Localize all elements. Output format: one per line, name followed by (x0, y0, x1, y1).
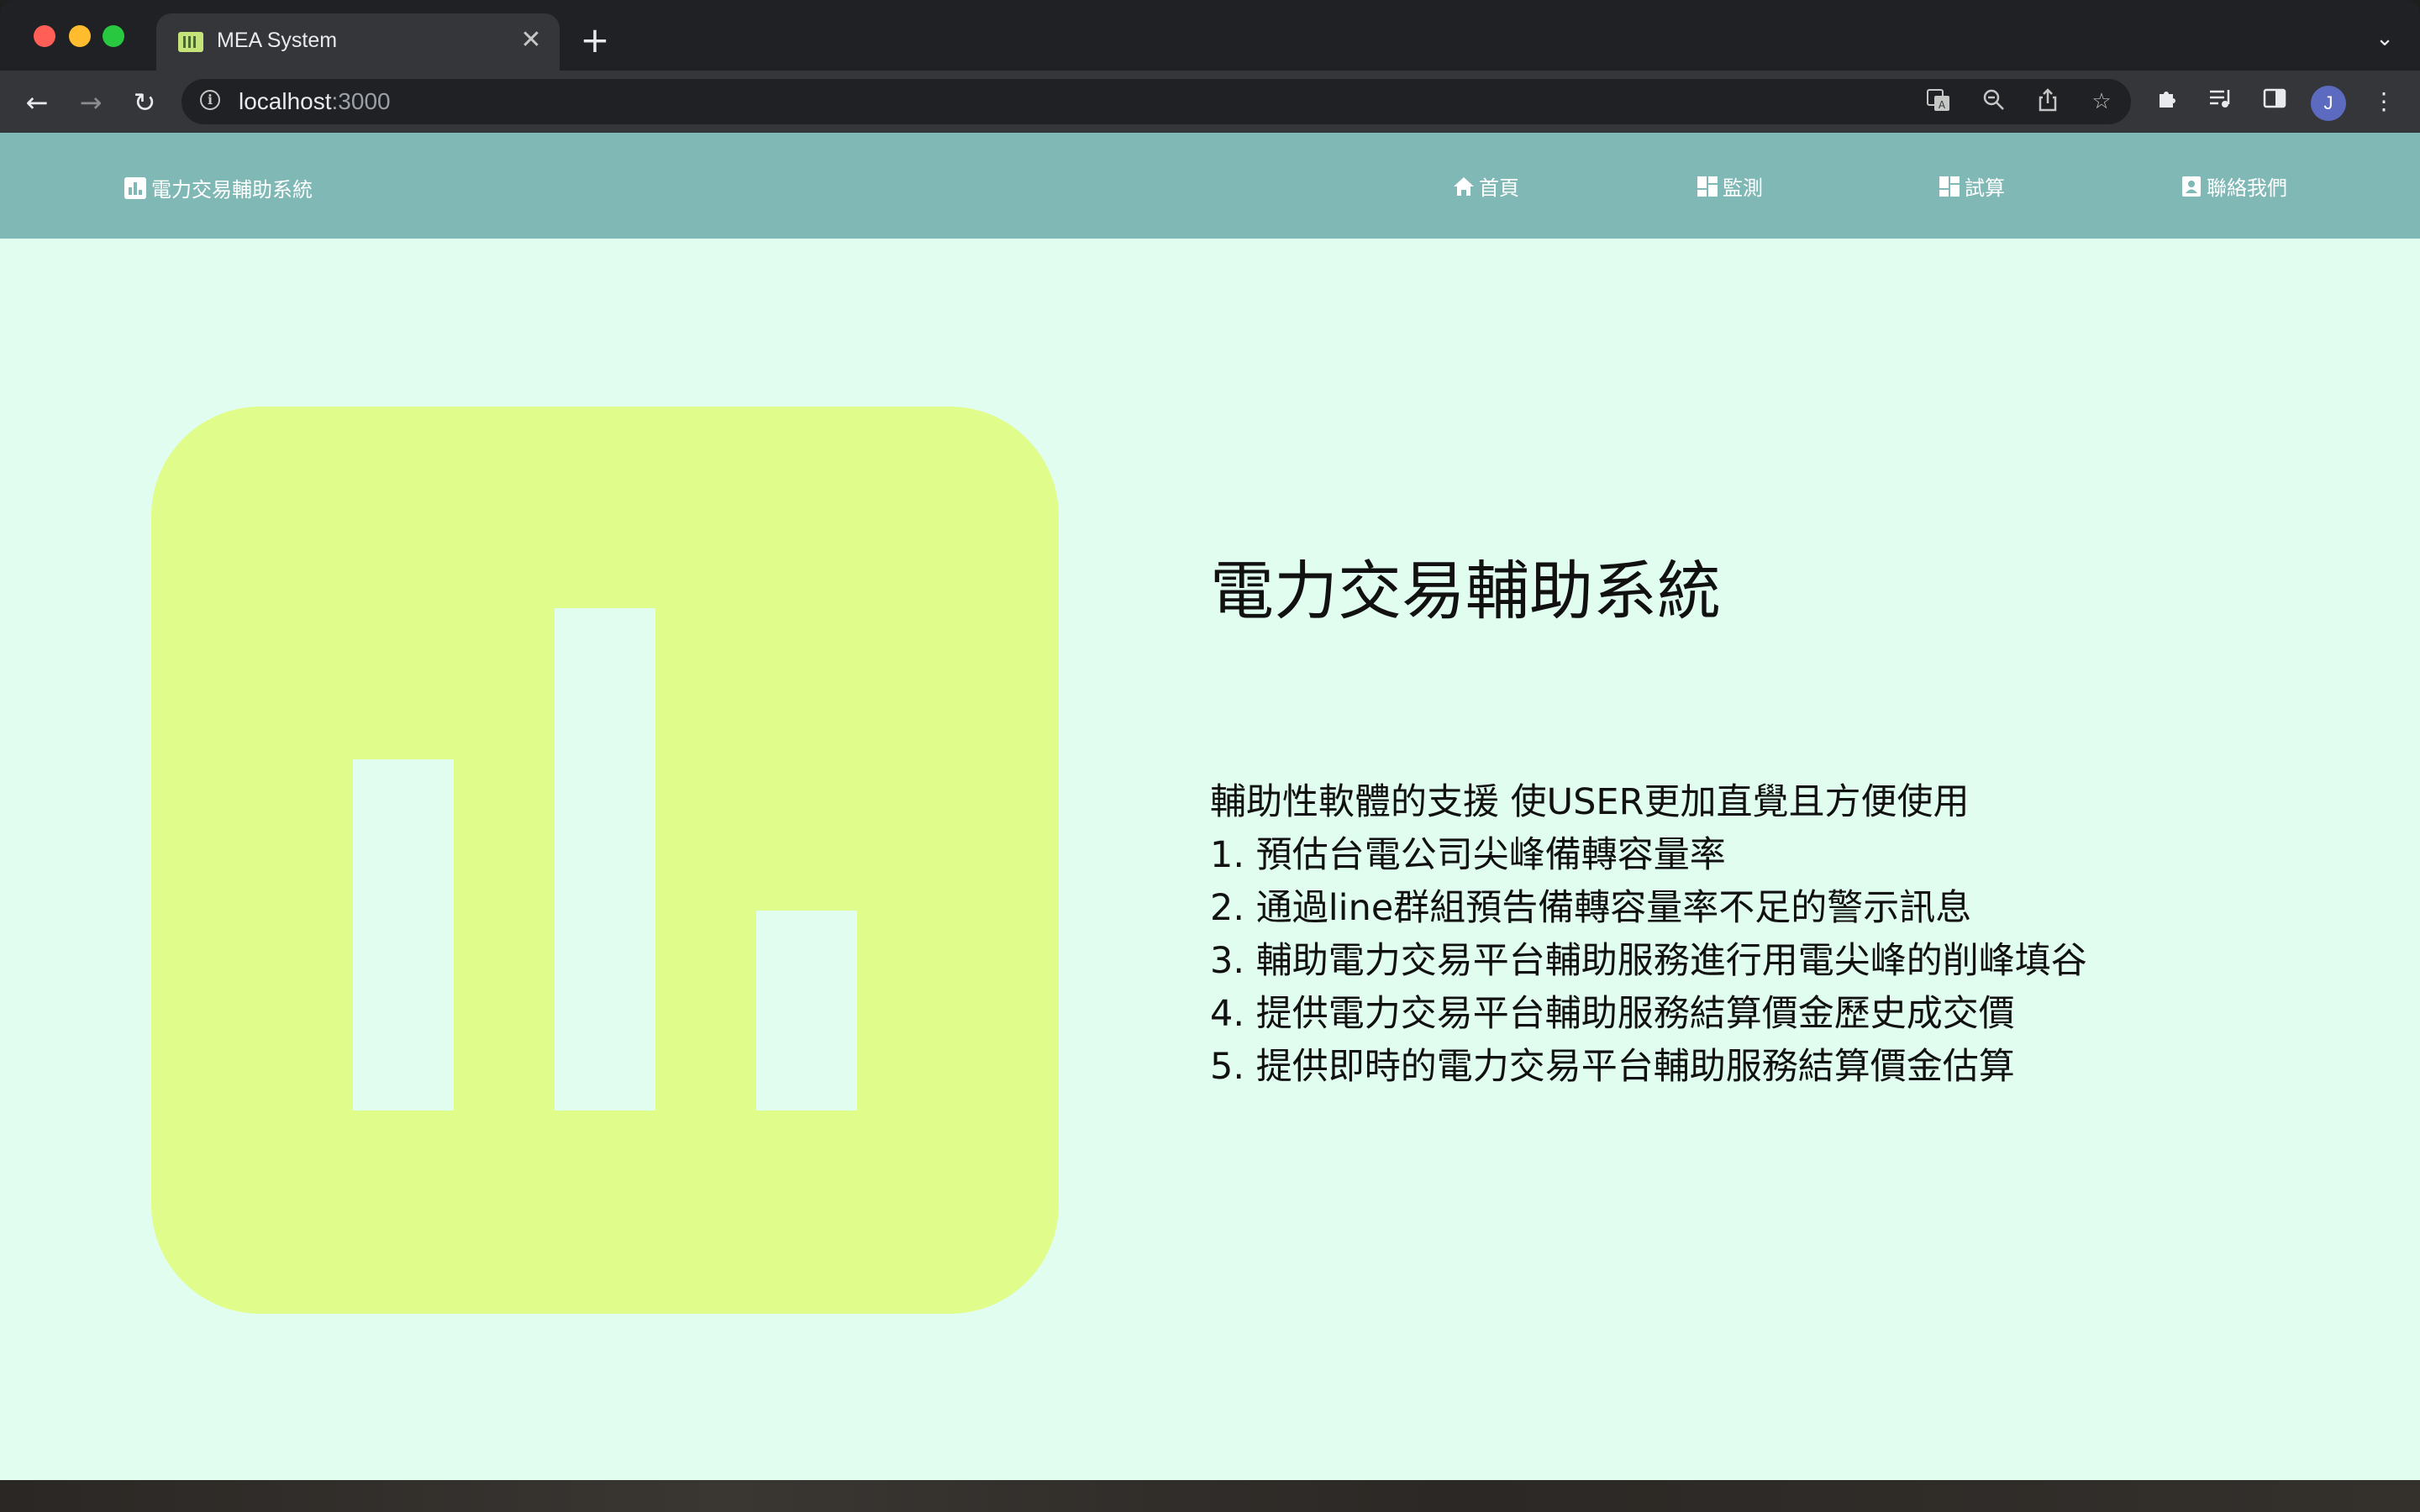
brand-link[interactable]: 電力交易輔助系統 (124, 173, 313, 202)
zoom-out-icon[interactable] (1980, 87, 2008, 116)
browser-toolbar: ← → ↻ i localhost:3000 A ☆ J ⋮ (0, 71, 2420, 133)
address-bar[interactable]: i localhost:3000 A ☆ (182, 79, 2131, 124)
brand-label: 電力交易輔助系統 (151, 178, 313, 202)
zoom-window-button[interactable] (103, 25, 124, 47)
feature-intro: 輔助性軟體的支援 使USER更加直覺且方便使用 (1210, 781, 1970, 823)
url-host: localhost (239, 88, 332, 114)
feature-item: 5. 提供即時的電力交易平台輔助服務結算價金估算 (1210, 1046, 2015, 1088)
nav-home[interactable]: 首頁 (1452, 171, 1519, 201)
dashboard-icon (1938, 175, 1961, 198)
nav-calculate-label: 試算 (1965, 176, 2005, 200)
dashboard-icon (1696, 175, 1719, 198)
nav-monitor-label: 監測 (1723, 176, 1763, 200)
page-content: 電力交易輔助系統 首頁 監測 試算 聯絡我們 電力交易輔助系統 輔助性軟體的支援… (0, 133, 2420, 1480)
tab-strip: MEA System ✕ + ⌄ (0, 0, 2420, 71)
browser-window: MEA System ✕ + ⌄ ← → ↻ i localhost:3000 … (0, 0, 2420, 1480)
chevron-down-icon[interactable]: ⌄ (2370, 24, 2400, 54)
nav-monitor[interactable]: 監測 (1696, 171, 1763, 201)
home-icon (1452, 175, 1476, 198)
feature-item: 2. 通過line群組預告備轉容量率不足的警示訊息 (1210, 887, 1972, 929)
share-icon[interactable] (2033, 87, 2062, 116)
tab-title: MEA System (217, 29, 338, 52)
feature-item: 4. 提供電力交易平台輔助服務結算價金歷史成交價 (1210, 993, 2015, 1035)
desktop-background (0, 1480, 2420, 1512)
tab-mea-system[interactable]: MEA System ✕ (156, 13, 560, 71)
star-icon[interactable]: ☆ (2087, 87, 2116, 116)
media-queue-icon[interactable] (2205, 86, 2237, 118)
kebab-menu-icon[interactable]: ⋮ (2368, 86, 2400, 118)
back-arrow-icon[interactable]: ← (20, 86, 54, 119)
nav-calculate[interactable]: 試算 (1938, 171, 2005, 201)
side-panel-icon[interactable] (2259, 86, 2291, 118)
close-icon[interactable]: ✕ (516, 25, 546, 55)
new-tab-icon[interactable]: + (578, 23, 612, 58)
favicon-icon (178, 32, 203, 52)
feature-item: 3. 輔助電力交易平台輔助服務進行用電尖峰的削峰填谷 (1210, 940, 2087, 982)
url-text[interactable]: localhost:3000 (239, 88, 391, 115)
profile-avatar[interactable]: J (2311, 86, 2346, 121)
feature-list: 輔助性軟體的支援 使USER更加直覺且方便使用 1. 預估台電公司尖峰備轉容量率… (1210, 776, 2087, 1094)
translate-icon[interactable]: A (1924, 87, 1953, 116)
reload-icon[interactable]: ↻ (128, 86, 161, 119)
illustration-bar-1 (353, 759, 454, 1110)
nav-contact-label: 聯絡我們 (2207, 176, 2287, 200)
forward-arrow-icon[interactable]: → (74, 86, 108, 119)
url-port: :3000 (331, 88, 391, 114)
feature-item: 1. 預估台電公司尖峰備轉容量率 (1210, 834, 1726, 876)
page-title: 電力交易輔助系統 (1210, 554, 1721, 628)
svg-text:A: A (1939, 99, 1946, 111)
info-icon[interactable]: i (200, 90, 220, 110)
site-navbar: 電力交易輔助系統 首頁 監測 試算 聯絡我們 (0, 133, 2420, 239)
illustration-bar-2 (555, 608, 655, 1110)
puzzle-icon[interactable] (2151, 86, 2183, 118)
nav-contact[interactable]: 聯絡我們 (2180, 171, 2287, 201)
contact-card-icon (2180, 175, 2203, 198)
hero-bar-chart-illustration (151, 407, 1059, 1314)
close-window-button[interactable] (34, 25, 55, 47)
nav-home-label: 首頁 (1479, 176, 1519, 200)
bar-chart-icon (124, 176, 146, 199)
minimize-window-button[interactable] (69, 25, 91, 47)
illustration-bar-3 (756, 911, 857, 1110)
